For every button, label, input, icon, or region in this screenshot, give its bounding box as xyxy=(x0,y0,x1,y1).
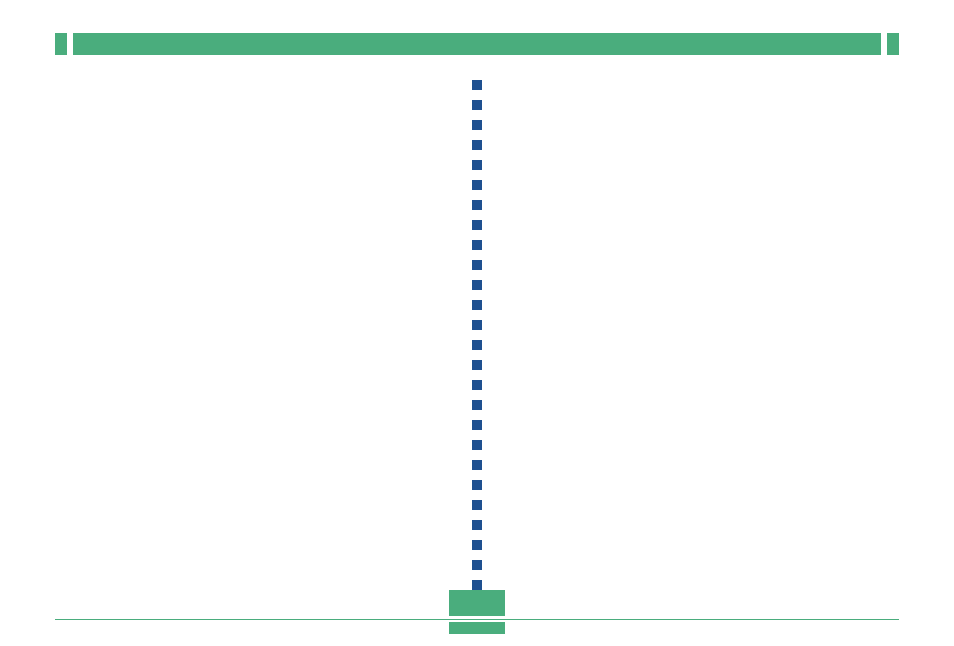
divider-dot xyxy=(472,300,482,310)
divider-dot xyxy=(472,480,482,490)
bottom-accent-block-upper xyxy=(449,590,505,616)
divider-dot xyxy=(472,120,482,130)
divider-dot xyxy=(472,260,482,270)
divider-dot xyxy=(472,100,482,110)
divider-dot xyxy=(472,200,482,210)
top-decorative-bar xyxy=(55,33,899,55)
divider-dot xyxy=(472,540,482,550)
top-bar-left-segment xyxy=(55,33,67,55)
divider-dot xyxy=(472,380,482,390)
divider-dot xyxy=(472,520,482,530)
vertical-dotted-divider xyxy=(472,80,482,590)
divider-dot xyxy=(472,560,482,570)
divider-dot xyxy=(472,440,482,450)
divider-dot xyxy=(472,500,482,510)
divider-dot xyxy=(472,400,482,410)
bottom-accent-block-lower xyxy=(449,622,505,634)
divider-dot xyxy=(472,220,482,230)
divider-dot xyxy=(472,280,482,290)
divider-dot xyxy=(472,580,482,590)
divider-dot xyxy=(472,180,482,190)
divider-dot xyxy=(472,360,482,370)
divider-dot xyxy=(472,340,482,350)
divider-dot xyxy=(472,320,482,330)
top-bar-right-segment xyxy=(887,33,899,55)
divider-dot xyxy=(472,240,482,250)
top-bar-center-segment xyxy=(73,33,881,55)
divider-dot xyxy=(472,80,482,90)
bottom-horizontal-line xyxy=(55,619,899,620)
divider-dot xyxy=(472,460,482,470)
divider-dot xyxy=(472,420,482,430)
divider-dot xyxy=(472,160,482,170)
divider-dot xyxy=(472,140,482,150)
